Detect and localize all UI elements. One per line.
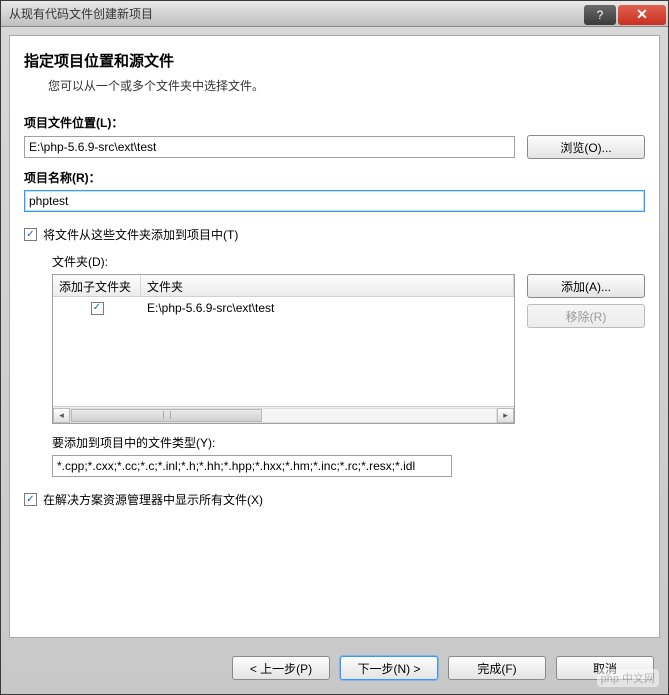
show-all-files-checkbox-row[interactable]: 在解决方案资源管理器中显示所有文件(X) [24,491,645,508]
filetypes-label: 要添加到项目中的文件类型(Y): [52,434,645,451]
scroll-track[interactable] [70,408,497,423]
checkbox-icon [24,493,37,506]
scroll-thumb[interactable] [71,409,262,422]
dialog-footer: < 上一步(P) 下一步(N) > 完成(F) 取消 [1,646,668,694]
project-location-label: 项目文件位置(L)： [24,114,645,131]
next-button[interactable]: 下一步(N) > [340,656,438,680]
prev-button[interactable]: < 上一步(P) [232,656,330,680]
folders-section: 文件夹(D): 添加子文件夹 文件夹 E:\php-5.6.9-src\ext\… [52,249,645,477]
scroll-right-icon[interactable]: ▸ [497,408,514,423]
checkbox-icon[interactable] [91,302,104,315]
add-from-folders-checkbox-row[interactable]: 将文件从这些文件夹添加到项目中(T) [24,226,645,243]
horizontal-scrollbar[interactable]: ◂ ▸ [53,406,514,423]
checkbox-icon [24,228,37,241]
remove-folder-button: 移除(R) [527,304,645,328]
browse-button[interactable]: 浏览(O)... [527,135,645,159]
add-folder-button[interactable]: 添加(A)... [527,274,645,298]
finish-button[interactable]: 完成(F) [448,656,546,680]
show-all-files-label: 在解决方案资源管理器中显示所有文件(X) [43,491,263,508]
folders-table-header: 添加子文件夹 文件夹 [53,275,514,297]
folders-table-body: E:\php-5.6.9-src\ext\test [53,297,514,406]
cancel-button[interactable]: 取消 [556,656,654,680]
titlebar: 从现有代码文件创建新项目 ? ✕ [1,1,668,27]
col-subfolders[interactable]: 添加子文件夹 [53,275,141,296]
add-from-folders-label: 将文件从这些文件夹添加到项目中(T) [43,226,238,243]
project-name-input[interactable] [24,190,645,212]
folders-table[interactable]: 添加子文件夹 文件夹 E:\php-5.6.9-src\ext\test ◂ [52,274,515,424]
folders-label: 文件夹(D): [52,253,645,270]
help-button[interactable]: ? [584,5,616,25]
dialog-window: 从现有代码文件创建新项目 ? ✕ 指定项目位置和源文件 您可以从一个或多个文件夹… [0,0,669,695]
folder-path-cell: E:\php-5.6.9-src\ext\test [141,301,514,315]
close-button[interactable]: ✕ [618,5,666,25]
table-row[interactable]: E:\php-5.6.9-src\ext\test [53,297,514,319]
filetypes-input[interactable] [52,455,452,477]
project-location-input[interactable] [24,136,515,158]
scroll-left-icon[interactable]: ◂ [53,408,70,423]
project-name-label: 项目名称(R)： [24,169,645,186]
page-subheading: 您可以从一个或多个文件夹中选择文件。 [48,77,645,94]
page-heading: 指定项目位置和源文件 [24,50,645,71]
col-folder[interactable]: 文件夹 [141,275,514,296]
dialog-content: 指定项目位置和源文件 您可以从一个或多个文件夹中选择文件。 项目文件位置(L)：… [9,35,660,638]
window-title: 从现有代码文件创建新项目 [1,5,584,22]
